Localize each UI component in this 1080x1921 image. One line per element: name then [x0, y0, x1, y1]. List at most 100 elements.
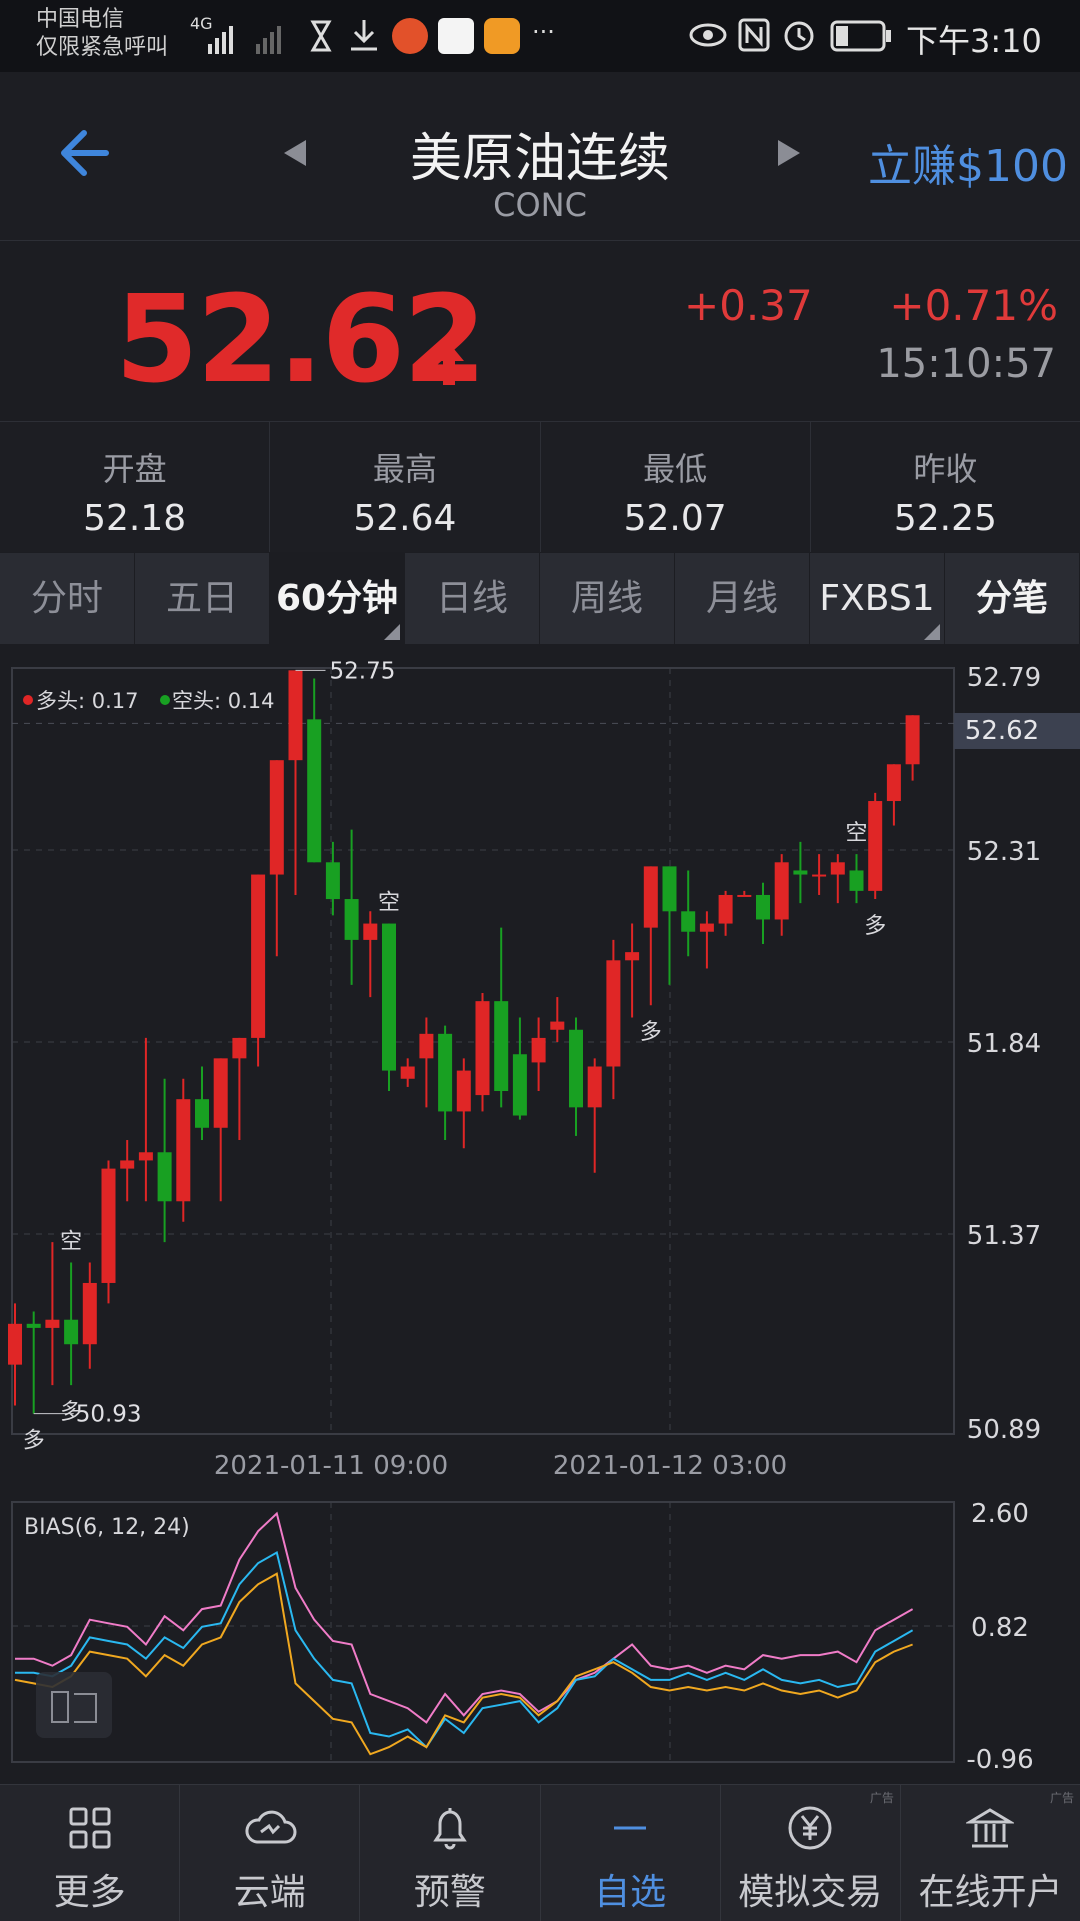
candle: [251, 874, 266, 1067]
up-arrow-icon: [434, 343, 464, 385]
stat-label: 最低: [643, 450, 708, 488]
candle-body: [849, 870, 864, 891]
stat-high: 最高 52.64: [270, 422, 541, 552]
candle-body: [382, 923, 396, 1071]
nav-alerts[interactable]: 预警: [360, 1785, 541, 1921]
clock: 下午3:10: [906, 22, 1042, 60]
candle-body: [793, 870, 808, 875]
candle-body: [64, 1319, 79, 1345]
signal-label: 多: [864, 914, 886, 939]
tab-intraday[interactable]: 分时: [0, 553, 135, 644]
price-change-percent: +0.71%: [889, 281, 1058, 330]
bias-title: BIAS(6, 12, 24): [24, 1515, 190, 1540]
candle-body: [475, 1001, 490, 1096]
candle: [868, 792, 883, 900]
min-price-label: 50.93: [76, 1402, 142, 1428]
long-legend-dot: [23, 695, 33, 705]
last-price: 52.62: [115, 271, 487, 410]
candle-body: [569, 1029, 583, 1108]
nav-more[interactable]: 更多: [0, 1785, 181, 1921]
candle-body: [195, 1099, 209, 1128]
stat-value: 52.18: [83, 498, 187, 539]
candle-body: [120, 1160, 135, 1169]
promo-link[interactable]: 立赚$100: [868, 130, 1068, 194]
alarm-icon: [784, 21, 814, 51]
candle-body: [681, 911, 696, 932]
nav-watchlist[interactable]: 自选: [541, 1785, 721, 1921]
eye-comfort-icon: [689, 23, 727, 47]
candle-body: [456, 1070, 471, 1112]
tab-label: FXBS1: [819, 578, 935, 619]
candle-body: [699, 923, 714, 932]
candle-body: [587, 1066, 602, 1108]
y-tick-label: 51.84: [967, 1029, 1041, 1059]
candle-body: [26, 1323, 41, 1328]
tab-weekly[interactable]: 周线: [540, 553, 675, 644]
x-tick-label: 2021-01-11 09:00: [214, 1451, 448, 1481]
candle-body: [82, 1282, 97, 1345]
candle-body: [512, 1054, 527, 1116]
signal-label: 空: [60, 1230, 82, 1255]
candle-body: [176, 1099, 191, 1202]
x-tick-label: 2021-01-12 03:00: [553, 1451, 787, 1481]
candle-body: [531, 1037, 546, 1063]
tab-60min[interactable]: 60分钟: [270, 553, 405, 644]
y-tick-label: 52.79: [967, 663, 1041, 693]
candle-body: [868, 801, 883, 891]
candle-body: [325, 862, 340, 900]
tab-five-day[interactable]: 五日: [135, 553, 270, 644]
header: 美原油连续 CONC 立赚$100: [0, 72, 1080, 241]
tab-ticks[interactable]: 分笔: [945, 553, 1080, 644]
candle-body: [494, 1001, 509, 1092]
candle-body: [138, 1152, 153, 1161]
carrier-status: 仅限紧急呼叫: [36, 35, 169, 60]
candle-body: [774, 862, 789, 920]
back-arrow-icon[interactable]: [58, 128, 114, 178]
expand-chart-button[interactable]: [36, 1672, 112, 1738]
tab-daily[interactable]: 日线: [405, 553, 540, 644]
bias-chart[interactable]: 2.60 0.82 -0.96 BIAS(6, 12, 24): [0, 1484, 1080, 1784]
stat-low: 最低 52.07: [541, 422, 811, 552]
quote-time: 15:10:57: [876, 341, 1056, 387]
candle-body: [643, 866, 658, 928]
tab-label: 60分钟: [275, 578, 399, 619]
nav-open-account[interactable]: 广告 在线开户: [901, 1785, 1080, 1921]
nav-label: 在线开户: [918, 1872, 1063, 1913]
signal-label: 空: [845, 821, 867, 846]
signal-label: 多: [23, 1429, 45, 1454]
grid-icon: [69, 1807, 111, 1849]
stat-value: 52.07: [623, 498, 727, 539]
legend-short: 空头: 0.14: [172, 689, 275, 713]
nav-sim-trading[interactable]: 广告 模拟交易: [721, 1785, 901, 1921]
candle-body: [269, 760, 284, 875]
candle-body: [886, 764, 901, 802]
yen-coin-icon: [788, 1806, 832, 1850]
instrument-code: CONC: [493, 186, 587, 224]
nav-label: 更多: [53, 1872, 126, 1913]
candle-body: [288, 670, 303, 761]
stat-prev-close: 昨收 52.25: [811, 422, 1080, 552]
signal-label: 空: [378, 891, 400, 916]
tab-indicator[interactable]: FXBS1: [810, 553, 945, 644]
short-legend-dot: [160, 695, 170, 705]
signal-icon: [208, 26, 281, 54]
nav-label: 预警: [413, 1872, 486, 1913]
more-notifications: ···: [532, 18, 555, 46]
next-instrument-icon[interactable]: [774, 138, 804, 168]
candle-body: [232, 1037, 247, 1059]
dash-icon: [614, 1826, 647, 1830]
nav-cloud[interactable]: 云端: [180, 1785, 361, 1921]
prev-instrument-icon[interactable]: [280, 138, 310, 168]
tab-monthly[interactable]: 月线: [675, 553, 810, 644]
candle-body: [830, 862, 845, 875]
candle-body: [812, 874, 827, 877]
candle-body: [550, 1021, 565, 1030]
y-tick-label: 50.89: [967, 1415, 1041, 1445]
candlestick-chart[interactable]: 52.7952.3151.8451.3750.89 52.7550.93空多多空…: [0, 644, 1080, 1484]
stat-value: 52.25: [893, 498, 997, 539]
dropdown-corner-icon: [384, 624, 400, 640]
instrument-title: 美原油连续: [409, 129, 670, 189]
ad-tag: 广告: [869, 1791, 894, 1805]
stats-row: 开盘 52.18 最高 52.64 最低 52.07 昨收 52.25: [0, 422, 1080, 552]
bell-icon: [433, 1808, 467, 1850]
